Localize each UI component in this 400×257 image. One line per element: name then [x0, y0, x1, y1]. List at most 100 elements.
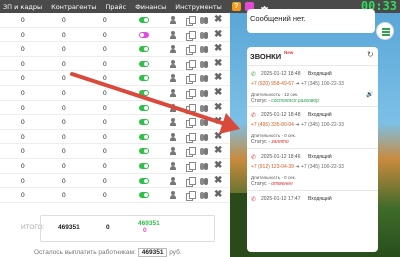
group-icon[interactable]: [200, 45, 208, 54]
user-icon[interactable]: [169, 45, 177, 54]
call-from[interactable]: +7 (912) 123-04-39: [251, 164, 294, 170]
copy-icon[interactable]: [186, 45, 196, 56]
status-toggle[interactable]: [139, 119, 149, 126]
copy-icon[interactable]: [186, 88, 196, 99]
refresh-icon[interactable]: ↻: [367, 50, 374, 59]
group-icon[interactable]: [200, 16, 208, 24]
nav-item-contractors[interactable]: Контрагенты: [51, 3, 96, 11]
user-icon[interactable]: [169, 191, 177, 200]
call-arrow: ➔: [295, 164, 300, 170]
delete-icon[interactable]: ✖: [214, 102, 222, 113]
group-icon[interactable]: [200, 191, 208, 200]
copy-icon[interactable]: [186, 59, 196, 70]
status-toggle[interactable]: [139, 148, 149, 155]
call-item[interactable]: ✆ 2025-01-12 18:46 Входящий +7 (912) 123-04…: [247, 148, 378, 190]
delete-icon[interactable]: ✖: [214, 145, 222, 156]
user-icon[interactable]: [169, 147, 177, 156]
user-icon[interactable]: [169, 132, 177, 141]
status-toggle[interactable]: [139, 17, 149, 23]
nav-item-tools[interactable]: Инструменты: [175, 3, 222, 11]
group-icon[interactable]: [200, 74, 208, 83]
call-status-value: отменен: [271, 181, 293, 187]
help-button[interactable]: ?: [231, 2, 241, 11]
status-toggle[interactable]: [139, 133, 149, 140]
user-icon[interactable]: [169, 30, 177, 39]
nav-item-price[interactable]: Прайс: [105, 3, 126, 11]
group-icon[interactable]: [200, 89, 208, 97]
status-toggle[interactable]: [139, 75, 149, 82]
status-toggle[interactable]: [139, 89, 149, 96]
group-icon[interactable]: [200, 31, 208, 39]
delete-icon[interactable]: ✖: [214, 14, 222, 25]
group-icon[interactable]: [200, 133, 208, 141]
copy-icon[interactable]: [186, 118, 196, 129]
delete-icon[interactable]: ✖: [214, 131, 222, 142]
table-row: 0 0 0 ✖: [0, 28, 230, 43]
table-row: 0 0 0 ✖: [0, 144, 230, 159]
messages-empty-text: Сообщений нет.: [250, 14, 306, 23]
group-icon[interactable]: [200, 60, 208, 68]
status-toggle[interactable]: [139, 104, 149, 111]
menu-line-icon: [382, 31, 390, 33]
user-icon[interactable]: [169, 74, 177, 83]
copy-icon[interactable]: [186, 30, 196, 41]
cell-col3: 0: [103, 89, 107, 97]
cell-col1: 0: [21, 192, 25, 200]
nav-item-salary[interactable]: ЗП и кадры: [3, 3, 42, 11]
cell-col2: 0: [62, 162, 66, 170]
group-icon[interactable]: [200, 104, 208, 112]
delete-icon[interactable]: ✖: [214, 72, 222, 83]
user-icon[interactable]: [169, 16, 177, 24]
delete-icon[interactable]: ✖: [214, 189, 222, 200]
copy-icon[interactable]: [186, 147, 196, 158]
call-item[interactable]: ✆ 2025-01-12 18:48 Входящий +7 (920) 958-49…: [247, 65, 378, 107]
delete-icon[interactable]: ✖: [214, 87, 222, 98]
speaker-icon[interactable]: 🔊: [366, 91, 373, 98]
user-icon[interactable]: [169, 103, 177, 112]
delete-icon[interactable]: ✖: [214, 29, 222, 40]
delete-icon[interactable]: ✖: [214, 175, 222, 186]
delete-icon[interactable]: ✖: [214, 160, 222, 171]
call-from[interactable]: +7 (920) 958-49-67: [251, 81, 294, 87]
copy-icon[interactable]: [186, 103, 196, 114]
group-icon[interactable]: [200, 177, 208, 185]
copy-icon[interactable]: [186, 161, 196, 172]
call-numbers: +7 (495) 335-80-04 ➔ +7 (345) 100-22-33: [251, 122, 344, 128]
copy-icon[interactable]: [186, 176, 196, 187]
delete-icon[interactable]: ✖: [214, 43, 222, 54]
status-toggle[interactable]: [139, 31, 149, 38]
cell-col3: 0: [103, 133, 107, 141]
delete-icon[interactable]: ✖: [214, 116, 222, 127]
total-value-1: 469351: [58, 224, 80, 231]
call-status: Статус - состоялся разговор: [251, 98, 319, 104]
group-icon[interactable]: [200, 147, 208, 156]
call-from[interactable]: +7 (495) 335-80-04: [251, 122, 294, 128]
group-icon[interactable]: [200, 162, 208, 170]
nav-item-finance[interactable]: Финансы: [135, 3, 166, 11]
user-icon[interactable]: [169, 176, 177, 185]
group-icon[interactable]: [200, 118, 208, 127]
call-item[interactable]: ✆ 2025-01-12 17:47 Входящий: [247, 190, 378, 232]
call-direction: Входящий: [308, 112, 332, 118]
remaining-payout-amount: 469351: [137, 248, 168, 257]
copy-icon[interactable]: [186, 16, 196, 26]
cell-col3: 0: [103, 17, 107, 24]
user-icon[interactable]: [169, 59, 177, 68]
status-toggle[interactable]: [139, 177, 149, 184]
status-toggle[interactable]: [139, 46, 149, 53]
status-toggle[interactable]: [139, 60, 149, 67]
copy-icon[interactable]: [186, 74, 196, 85]
totals-row: ИТОГО: 469351 0 469351 0: [0, 213, 230, 242]
user-icon[interactable]: [169, 118, 177, 127]
call-item[interactable]: ✆ 2025-01-12 18:48 Входящий +7 (495) 335-80…: [247, 106, 378, 148]
menu-line-icon: [382, 34, 390, 36]
cell-col1: 0: [21, 119, 25, 127]
status-toggle[interactable]: [139, 192, 149, 199]
status-toggle[interactable]: [139, 162, 149, 169]
hamburger-menu-button[interactable]: [376, 22, 394, 40]
user-icon[interactable]: [169, 88, 177, 97]
copy-icon[interactable]: [186, 132, 196, 143]
delete-icon[interactable]: ✖: [214, 58, 222, 69]
copy-icon[interactable]: [186, 191, 196, 202]
user-icon[interactable]: [169, 161, 177, 170]
